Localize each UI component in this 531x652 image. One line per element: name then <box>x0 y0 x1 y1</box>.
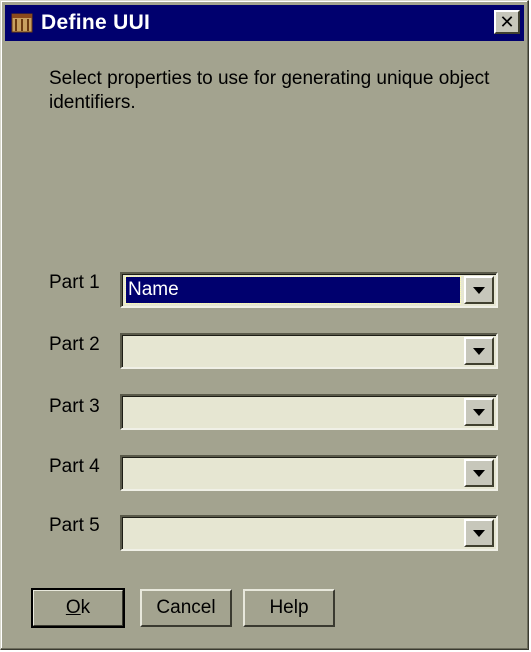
ok-button-label: k <box>80 597 91 618</box>
part-2-combobox[interactable] <box>120 333 498 369</box>
chevron-down-icon <box>473 347 485 355</box>
chevron-down-icon <box>473 408 485 416</box>
ok-button[interactable]: Ok <box>31 588 125 628</box>
title-bar[interactable]: Define UUI ✕ <box>5 5 524 41</box>
part-5-combobox[interactable] <box>120 515 498 551</box>
window-title: Define UUI <box>41 11 151 34</box>
part-5-value <box>126 520 460 546</box>
part-4-value <box>126 460 460 486</box>
part-3-label: Part 3 <box>49 396 100 417</box>
part-3-value <box>126 399 460 425</box>
part-1-combobox[interactable]: Name <box>120 272 498 308</box>
part-3-dropdown-button[interactable] <box>464 398 494 426</box>
chevron-down-icon <box>473 529 485 537</box>
define-uui-dialog: Define UUI ✕ Select properties to use fo… <box>0 0 529 650</box>
ok-button-mnemonic: O <box>65 597 81 618</box>
chevron-down-icon <box>473 286 485 294</box>
close-button[interactable]: ✕ <box>494 10 520 34</box>
part-1-label: Part 1 <box>49 272 100 293</box>
part-5-dropdown-button[interactable] <box>464 519 494 547</box>
part-1-dropdown-button[interactable] <box>464 276 494 304</box>
part-2-label: Part 2 <box>49 334 100 355</box>
part-3-combobox[interactable] <box>120 394 498 430</box>
cancel-button-label: Cancel <box>156 597 216 618</box>
part-1-value: Name <box>125 276 461 304</box>
part-5-label: Part 5 <box>49 515 100 536</box>
help-button[interactable]: Help <box>243 589 335 627</box>
instructions-text: Select properties to use for generating … <box>49 68 490 113</box>
close-icon: ✕ <box>499 12 515 32</box>
app-icon <box>11 12 33 34</box>
part-2-dropdown-button[interactable] <box>464 337 494 365</box>
part-4-combobox[interactable] <box>120 455 498 491</box>
part-4-label: Part 4 <box>49 456 100 477</box>
cancel-button[interactable]: Cancel <box>140 589 232 627</box>
part-4-dropdown-button[interactable] <box>464 459 494 487</box>
help-button-label: Help <box>269 597 309 618</box>
chevron-down-icon <box>473 469 485 477</box>
part-2-value <box>126 338 460 364</box>
